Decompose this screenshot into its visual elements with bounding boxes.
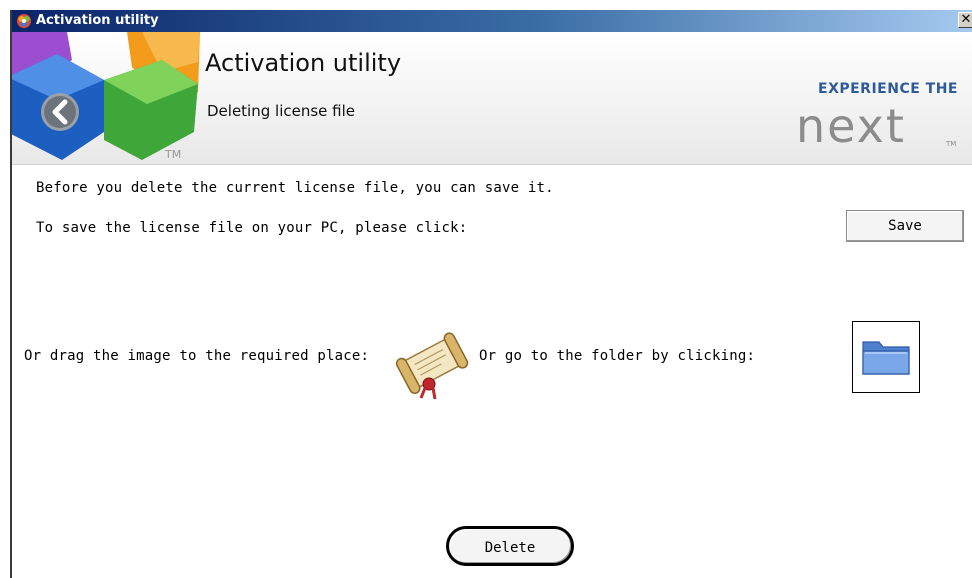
info-line-1: Before you delete the current license fi… <box>36 180 554 196</box>
brand-word-text: next <box>796 102 906 152</box>
folder-icon <box>862 341 910 375</box>
save-button[interactable]: Save <box>846 210 964 242</box>
close-button[interactable]: ✕ <box>958 12 972 28</box>
license-scroll-icon[interactable] <box>395 328 471 402</box>
brand-tagline: EXPERIENCE THE <box>818 81 958 97</box>
window-title: Activation utility <box>36 13 159 28</box>
header-banner: TM Activation utility Deleting license f… <box>12 32 972 165</box>
header-title: Activation utility <box>205 49 402 77</box>
close-icon: ✕ <box>960 12 972 27</box>
header-subtitle: Deleting license file <box>207 102 355 120</box>
folder-instruction: Or go to the folder by clicking: <box>479 348 756 364</box>
app-logo-icon <box>17 14 31 28</box>
info-line-2: To save the license file on your PC, ple… <box>36 220 468 236</box>
back-arrow-icon[interactable] <box>41 93 79 131</box>
svg-text:TM: TM <box>945 140 956 148</box>
delete-button[interactable]: Delete <box>446 526 574 566</box>
product-logo <box>12 32 200 160</box>
trademark-mark: TM <box>165 148 182 161</box>
title-bar[interactable]: Activation utility ✕ <box>12 10 972 32</box>
brand-logo-next: next TM <box>796 102 956 152</box>
drag-instruction: Or drag the image to the required place: <box>24 348 370 364</box>
activation-window: Activation utility ✕ TM Activation utili… <box>10 10 972 578</box>
open-folder-button[interactable] <box>852 321 920 393</box>
